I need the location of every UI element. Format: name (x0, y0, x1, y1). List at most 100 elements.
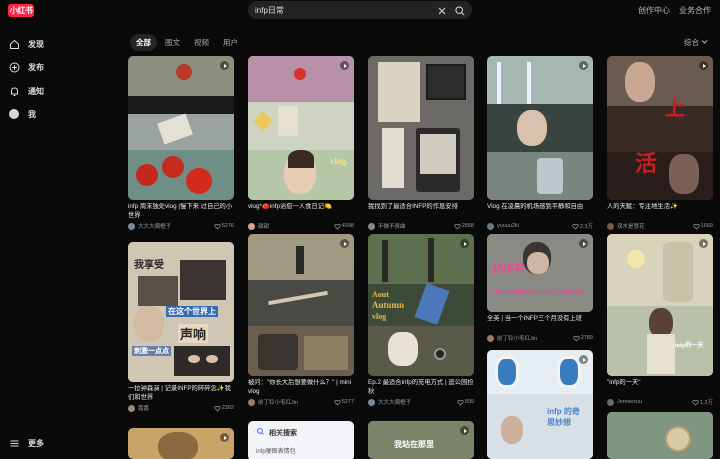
note-card[interactable] (128, 428, 234, 459)
sidebar-item-me[interactable]: 我 (8, 108, 36, 120)
app-logo[interactable]: 小红书 (8, 4, 34, 17)
note-card[interactable]: infp 的奇思妙想 (487, 350, 593, 459)
like-button[interactable]: 899 (457, 399, 474, 406)
sidebar-more-label: 更多 (28, 438, 44, 448)
sidebar-item-notifications[interactable]: 通知 (8, 85, 44, 97)
overlay-text: infp的一天 (675, 343, 704, 349)
author-name[interactable]: 双木是慧花 (617, 222, 693, 230)
like-button[interactable]: 2302 (214, 405, 234, 412)
author-name[interactable]: 不做不费曲 (378, 222, 454, 230)
author-name[interactable]: 大大大偶橙子 (378, 398, 457, 406)
card-thumbnail[interactable]: infp的一天 (607, 234, 713, 376)
card-title[interactable]: 被问："你长大后想要做什么？" | mini vlog (248, 379, 354, 396)
like-button[interactable]: 5277 (334, 399, 354, 406)
card-title[interactable]: Ep.2 最适合infp的充电方式 | 逛公园捡秋 (368, 379, 474, 396)
search-icon[interactable] (454, 4, 466, 16)
bell-icon (8, 85, 20, 97)
tab-image-text[interactable]: 图文 (159, 34, 186, 51)
sidebar-item-discover[interactable]: 发现 (8, 38, 44, 50)
note-card[interactable] (607, 412, 713, 459)
sidebar-item-label: 发现 (28, 39, 44, 49)
author-avatar[interactable] (368, 398, 375, 406)
card-thumbnail[interactable]: 我站在那里 (368, 421, 474, 459)
card-thumbnail[interactable]: INFP NOT WORKING FOR 3 MONTHS (487, 234, 593, 312)
like-button[interactable]: 2868 (454, 223, 474, 230)
author-avatar[interactable] (607, 222, 614, 230)
card-title[interactable]: 一拉钟森演 | 记录INFP的碎碎念✨我们和世界 (128, 385, 234, 402)
card-thumbnail[interactable] (128, 428, 234, 459)
author-name[interactable]: 前丁铃小毛红Jin (258, 398, 334, 406)
overlay-text: 刺激一点点 (132, 346, 171, 356)
card-thumbnail[interactable]: Aout Autumn vlog (368, 234, 474, 376)
video-play-icon (579, 61, 588, 70)
like-button[interactable]: 1669 (693, 223, 713, 230)
author-name[interactable]: 大大大偶橙子 (138, 222, 214, 230)
sidebar-item-publish[interactable]: 发布 (8, 61, 44, 73)
card-thumbnail[interactable]: vlog. (248, 56, 354, 200)
note-card[interactable]: 我找到了最适合INFP的作息安排 不做不费曲 2868 (368, 56, 474, 230)
author-name[interactable]: 甜甜 (258, 222, 334, 230)
note-card[interactable]: 我享受 在这个世界上 声响 刺激一点点 一拉钟森演 | 记录INFP的碎碎念✨我… (128, 242, 234, 412)
overlay-text: 声响 (178, 324, 209, 343)
card-thumbnail[interactable] (368, 56, 474, 200)
card-thumbnail[interactable]: 我享受 在这个世界上 声响 刺激一点点 (128, 242, 234, 382)
card-thumbnail[interactable]: 上 活 (607, 56, 713, 200)
card-thumbnail[interactable] (248, 234, 354, 376)
video-play-icon (579, 355, 588, 364)
like-count: 1669 (700, 223, 713, 229)
author-avatar[interactable] (128, 404, 135, 412)
plus-icon (8, 61, 20, 73)
card-title[interactable]: Vlog 在凌晨的机场感到平静和自由 (487, 203, 593, 220)
author-name[interactable]: 前丁铃小毛红Jin (497, 334, 573, 342)
author-avatar[interactable] (607, 398, 614, 406)
note-card[interactable]: infp的一天 "infp的一天" Jenniexuu 1.2万 (607, 234, 713, 406)
card-thumbnail[interactable] (607, 412, 713, 459)
author-avatar[interactable] (248, 398, 255, 406)
card-thumbnail[interactable]: infp 的奇思妙想 (487, 350, 593, 459)
creator-center-link[interactable]: 创作中心 (638, 5, 670, 16)
author-name[interactable]: 嘉嘉 (138, 404, 214, 412)
author-avatar[interactable] (487, 334, 494, 342)
avatar-icon (8, 108, 20, 120)
author-avatar[interactable] (248, 222, 255, 230)
like-button[interactable]: 2789 (573, 335, 593, 342)
tab-video[interactable]: 视频 (188, 34, 215, 51)
sort-dropdown[interactable]: 综合 (684, 37, 708, 48)
card-title[interactable]: "infp的一天" (607, 379, 713, 396)
like-button[interactable]: 2.3万 (572, 222, 593, 230)
note-card[interactable]: INFP NOT WORKING FOR 3 MONTHS 全英 | 当一个IN… (487, 234, 593, 342)
note-card[interactable]: 我站在那里 (368, 421, 474, 459)
card-title[interactable]: vlog*🍅infp治愈一人食日记🍋 (248, 203, 354, 220)
author-avatar[interactable] (368, 222, 375, 230)
card-thumbnail[interactable] (128, 56, 234, 200)
card-title[interactable]: infp 周末独处vlog |慢下来 过自己的小世界 (128, 203, 234, 220)
tab-user[interactable]: 用户 (217, 34, 244, 51)
note-card[interactable]: 上 活 人的天赋：专注地生活✨ 双木是慧花 1669 (607, 56, 713, 230)
author-name[interactable]: Jenniexuu (617, 399, 692, 405)
note-card[interactable]: vlog. vlog*🍅infp治愈一人食日记🍋 甜甜 4998 (248, 56, 354, 230)
note-card[interactable]: infp 周末独处vlog |慢下来 过自己的小世界 大大大偶橙子 5276 (128, 56, 234, 230)
related-search-item[interactable]: infp梗图表情包 (256, 446, 346, 455)
like-button[interactable]: 5276 (214, 223, 234, 230)
like-button[interactable]: 1.2万 (692, 398, 713, 406)
search-bar[interactable] (248, 1, 472, 19)
note-card[interactable]: Vlog 在凌晨的机场感到平静和自由 yuuuu2ki 2.3万 (487, 56, 593, 230)
note-card[interactable]: Aout Autumn vlog Ep.2 最适合infp的充电方式 | 逛公园… (368, 234, 474, 406)
card-thumbnail[interactable] (487, 56, 593, 200)
clear-icon[interactable] (436, 4, 448, 16)
business-link[interactable]: 业务合作 (679, 5, 711, 16)
card-title[interactable]: 全英 | 当一个INFP三个月没有上班 (487, 315, 593, 332)
like-button[interactable]: 4998 (334, 223, 354, 230)
video-play-icon (460, 239, 469, 248)
author-avatar[interactable] (487, 222, 494, 230)
author-avatar[interactable] (128, 222, 135, 230)
note-card[interactable]: 被问："你长大后想要做什么？" | mini vlog 前丁铃小毛红Jin 52… (248, 234, 354, 406)
like-count: 4998 (341, 223, 354, 229)
sidebar-more[interactable]: 更多 (8, 437, 44, 449)
card-title[interactable]: 我找到了最适合INFP的作息安排 (368, 203, 474, 220)
related-searches-card: 相关搜索 infp梗图表情包 (248, 421, 354, 459)
card-title[interactable]: 人的天赋：专注地生活✨ (607, 203, 713, 220)
like-count: 2868 (461, 223, 474, 229)
tab-all[interactable]: 全部 (130, 34, 157, 51)
author-name[interactable]: yuuuu2ki (497, 223, 572, 229)
